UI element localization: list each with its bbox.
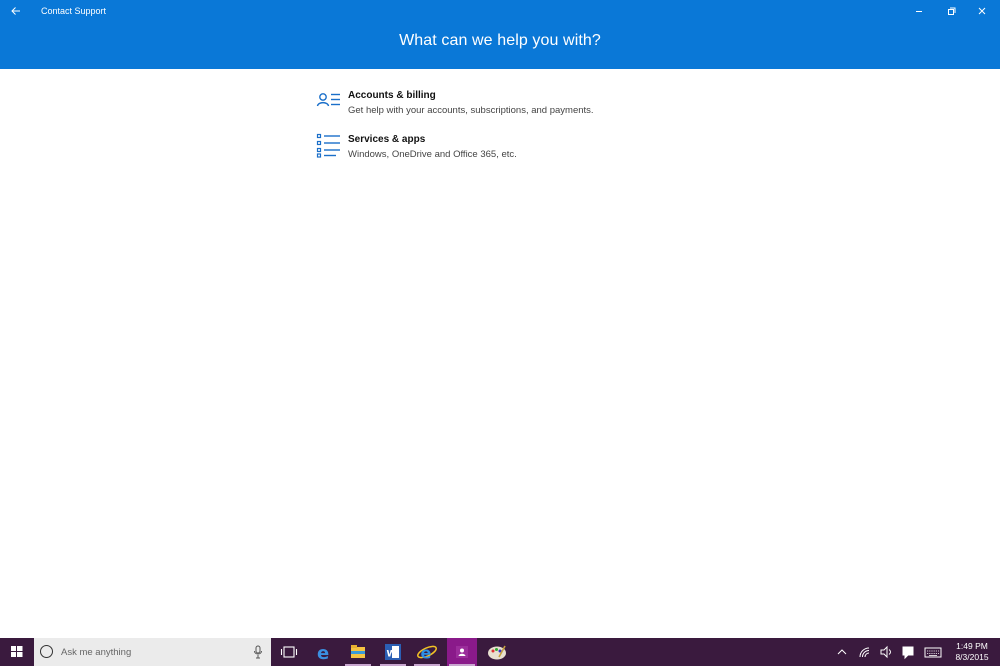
chevron-up-icon[interactable] — [835, 638, 849, 666]
clock[interactable]: 1:49 PM 8/3/2015 — [946, 641, 998, 663]
option-title: Accounts & billing — [348, 90, 436, 101]
title-bar: Contact Support — [0, 0, 1000, 24]
clock-date: 8/3/2015 — [955, 652, 989, 662]
option-title: Services & apps — [348, 134, 426, 145]
file-explorer-icon — [351, 645, 365, 658]
minimize-icon — [916, 11, 922, 12]
close-icon — [978, 7, 986, 15]
taskbar-app-file-explorer[interactable] — [343, 638, 373, 666]
restore-button[interactable] — [937, 2, 965, 20]
volume-icon[interactable] — [878, 638, 894, 666]
clock-time: 1:49 PM — [956, 641, 988, 651]
windows-logo-icon — [11, 646, 23, 657]
app-header: Contact Support What can we help you wit… — [0, 0, 1000, 69]
app-title: Contact Support — [41, 6, 107, 16]
services-apps-option[interactable]: Services & apps Windows, OneDrive and Of… — [316, 133, 646, 167]
accounts-billing-option[interactable]: Accounts & billing Get help with your ac… — [316, 89, 646, 123]
microphone-icon[interactable] — [252, 644, 264, 660]
action-center-icon[interactable] — [900, 638, 916, 666]
wifi-icon[interactable] — [857, 638, 873, 666]
back-button[interactable] — [8, 3, 26, 19]
contact-support-icon — [456, 646, 468, 658]
search-box[interactable]: Ask me anything — [34, 638, 271, 666]
taskbar-app-paint[interactable] — [482, 638, 512, 666]
restore-icon — [948, 7, 956, 15]
svg-text:e: e — [317, 643, 329, 664]
taskbar-app-contact-support[interactable] — [447, 638, 477, 666]
page-heading: What can we help you with? — [399, 32, 601, 49]
person-list-icon — [316, 93, 340, 107]
taskbar: Ask me anything e W e 1:49 PM 8/3/2015 — [0, 638, 1000, 666]
taskbar-app-internet-explorer[interactable]: e — [412, 638, 442, 666]
internet-explorer-icon: e — [417, 644, 437, 663]
close-button[interactable] — [968, 2, 996, 20]
svg-text:W: W — [387, 650, 397, 660]
task-view-icon[interactable] — [280, 644, 298, 660]
word-icon: W — [385, 644, 401, 660]
cortana-icon — [40, 645, 53, 658]
keyboard-icon[interactable] — [923, 638, 943, 666]
edge-icon: e — [317, 643, 329, 664]
paint-icon — [488, 645, 506, 660]
option-description: Windows, OneDrive and Office 365, etc. — [348, 149, 517, 160]
bullet-list-icon — [316, 133, 340, 158]
svg-text:e: e — [421, 644, 432, 663]
option-description: Get help with your accounts, subscriptio… — [348, 105, 594, 116]
taskbar-app-word[interactable]: W — [378, 638, 408, 666]
taskbar-app-edge[interactable]: e — [309, 638, 339, 666]
back-arrow-icon — [11, 7, 20, 15]
minimize-button[interactable] — [905, 2, 933, 20]
start-button[interactable] — [0, 638, 34, 666]
search-placeholder: Ask me anything — [61, 647, 132, 658]
